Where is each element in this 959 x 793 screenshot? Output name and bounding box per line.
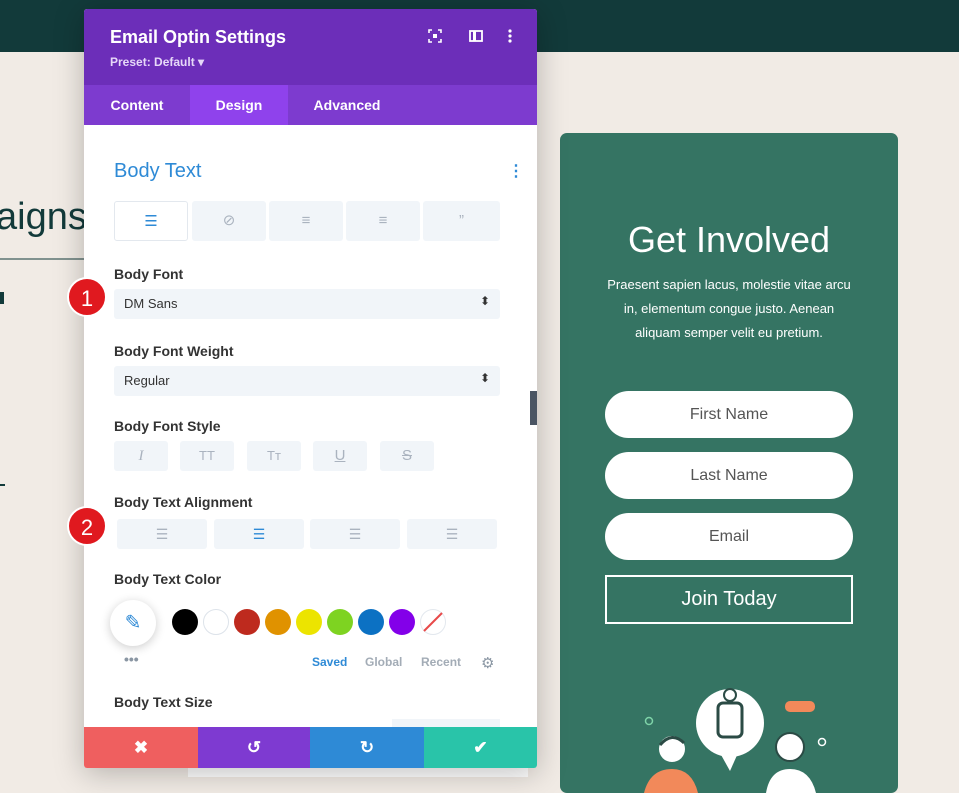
link-text-icon[interactable]: ⊘ [192, 201, 266, 241]
body-font-weight-value: Regular [124, 373, 170, 388]
preset-dropdown[interactable]: Preset: Default ▾ [110, 55, 204, 69]
color-swatch-white[interactable] [203, 609, 229, 635]
tab-advanced[interactable]: Advanced [288, 85, 406, 125]
optin-description: Praesent sapien lacus, molestie vitae ar… [607, 277, 851, 340]
select-arrows-icon: ⬍ [479, 371, 490, 385]
align-justify-icon[interactable]: ☰ [407, 519, 497, 549]
color-swatch-orange[interactable] [265, 609, 291, 635]
strikethrough-button[interactable]: S [380, 441, 434, 471]
select-arrows-icon: ⬍ [479, 294, 490, 308]
ordered-list-icon[interactable]: ≡ [346, 201, 420, 241]
first-name-input[interactable]: First Name [605, 391, 853, 438]
fullscreen-icon[interactable] [428, 29, 442, 46]
section-options-icon[interactable]: ⋮ [508, 161, 524, 181]
close-icon[interactable]: ✖ [84, 727, 198, 768]
unordered-list-icon[interactable]: ≡ [269, 201, 343, 241]
body-font-weight-label: Body Font Weight [114, 343, 234, 359]
email-input[interactable]: Email [605, 513, 853, 560]
tab-design[interactable]: Design [190, 85, 288, 125]
tab-content[interactable]: Content [84, 85, 190, 125]
underline-button[interactable]: U [313, 441, 367, 471]
align-right-icon[interactable]: ☰ [310, 519, 400, 549]
background-heading: aigns [0, 196, 87, 238]
color-swatch-yellow[interactable] [296, 609, 322, 635]
panel-header: Email Optin Settings Preset: Default ▾ [84, 9, 537, 85]
gear-icon[interactable]: ⚙ [481, 654, 494, 672]
color-tab-saved[interactable]: Saved [312, 655, 347, 669]
split-view-icon[interactable] [469, 29, 483, 46]
step-badge-2: 2 [67, 506, 107, 546]
scrollbar[interactable] [530, 391, 537, 425]
join-today-button[interactable]: Join Today [605, 575, 853, 624]
color-swatch-black[interactable] [172, 609, 198, 635]
align-center-icon[interactable]: ☰ [214, 519, 304, 549]
body-text-size-label: Body Text Size [114, 694, 213, 710]
settings-panel: Email Optin Settings Preset: Default ▾ C… [84, 9, 537, 768]
background-white-strip [188, 768, 528, 777]
body-text-color-label: Body Text Color [114, 571, 222, 587]
more-swatches-icon[interactable]: ••• [124, 651, 139, 667]
body-text-alignment-label: Body Text Alignment [114, 494, 253, 510]
undo-icon[interactable]: ↺ [198, 727, 310, 768]
save-checkmark-icon[interactable]: ✔ [424, 727, 537, 768]
color-tab-global[interactable]: Global [365, 655, 402, 669]
panel-footer: ✖ ↺ ↻ ✔ [84, 727, 537, 768]
step-badge-1: 1 [67, 277, 107, 317]
no-color-swatch-icon[interactable] [420, 609, 446, 635]
blockquote-icon[interactable]: ” [423, 201, 500, 241]
section-title[interactable]: Body Text [114, 160, 201, 183]
body-font-select[interactable]: DM Sans ⬍ [114, 289, 500, 319]
body-font-style-label: Body Font Style [114, 418, 221, 434]
panel-tabs: Content Design Advanced [84, 85, 537, 125]
optin-title: Get Involved [627, 219, 831, 260]
color-swatch-red[interactable] [234, 609, 260, 635]
background-text-fragment [0, 484, 5, 486]
paragraph-text-icon[interactable]: ☰ [114, 201, 188, 241]
redo-icon[interactable]: ↻ [310, 727, 424, 768]
body-font-label: Body Font [114, 266, 184, 282]
background-text-fragment [0, 292, 4, 304]
more-options-icon[interactable] [507, 29, 513, 46]
color-tab-recent[interactable]: Recent [421, 655, 461, 669]
email-optin-card: Get Involved Praesent sapien lacus, mole… [560, 133, 898, 793]
panel-title: Email Optin Settings [110, 27, 287, 47]
capitalize-button[interactable]: Tт [247, 441, 301, 471]
body-font-weight-select[interactable]: Regular ⬍ [114, 366, 500, 396]
uppercase-button[interactable]: TT [180, 441, 234, 471]
italic-button[interactable]: I [114, 441, 168, 471]
eyedropper-icon[interactable]: ✎ [110, 600, 156, 646]
align-left-icon[interactable]: ☰ [117, 519, 207, 549]
color-swatch-blue[interactable] [358, 609, 384, 635]
color-swatch-green[interactable] [327, 609, 353, 635]
last-name-input[interactable]: Last Name [605, 452, 853, 499]
body-font-value: DM Sans [124, 296, 178, 311]
background-divider [0, 258, 84, 260]
color-swatch-purple[interactable] [389, 609, 415, 635]
